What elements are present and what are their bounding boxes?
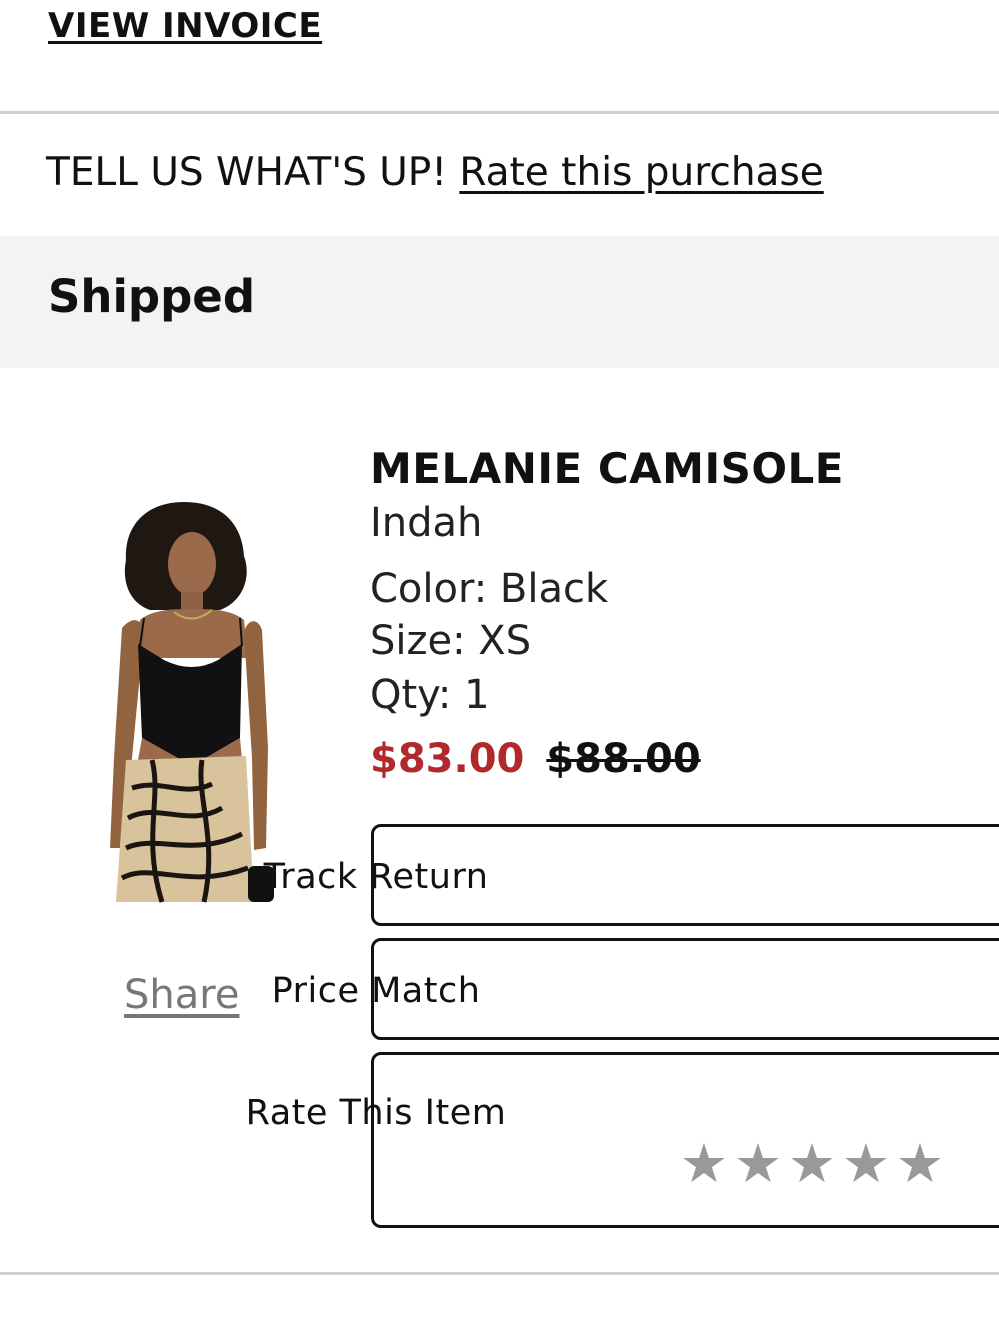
star-icon[interactable]: ★ xyxy=(786,1137,840,1191)
price-match-button[interactable]: Price Match xyxy=(272,938,999,1040)
rating-stars: ★★★★★ xyxy=(678,1137,948,1191)
original-price: $88.00 xyxy=(546,736,701,782)
star-icon[interactable]: ★ xyxy=(678,1137,732,1191)
order-status: Shipped xyxy=(48,270,256,323)
rate-purchase-link[interactable]: Rate this purchase xyxy=(459,150,823,195)
product-name[interactable]: MELANIE CAMISOLE xyxy=(370,444,844,493)
product-qty: Qty: 1 xyxy=(370,672,490,718)
track-return-label: Track Return xyxy=(263,857,489,897)
star-icon[interactable]: ★ xyxy=(840,1137,894,1191)
price-match-label: Price Match xyxy=(271,971,481,1011)
star-icon[interactable]: ★ xyxy=(894,1137,948,1191)
product-size: Size: XS xyxy=(370,618,532,664)
product-color: Color: Black xyxy=(370,566,609,612)
price-row: $83.00 $88.00 xyxy=(370,736,701,782)
divider xyxy=(0,1272,999,1275)
track-return-button[interactable]: Track Return xyxy=(264,824,999,926)
feedback-row: TELL US WHAT'S UP! Rate this purchase xyxy=(46,150,824,195)
sale-price: $83.00 xyxy=(370,736,525,782)
rate-item-label: Rate This Item xyxy=(245,1093,507,1133)
feedback-prompt: TELL US WHAT'S UP! xyxy=(46,150,447,195)
star-icon[interactable]: ★ xyxy=(732,1137,786,1191)
product-image[interactable] xyxy=(92,498,276,906)
rate-item-card: Rate This Item ★★★★★ xyxy=(246,1052,999,1228)
divider xyxy=(0,111,999,114)
product-brand[interactable]: Indah xyxy=(370,500,482,546)
view-invoice-link[interactable]: VIEW INVOICE xyxy=(48,6,322,46)
